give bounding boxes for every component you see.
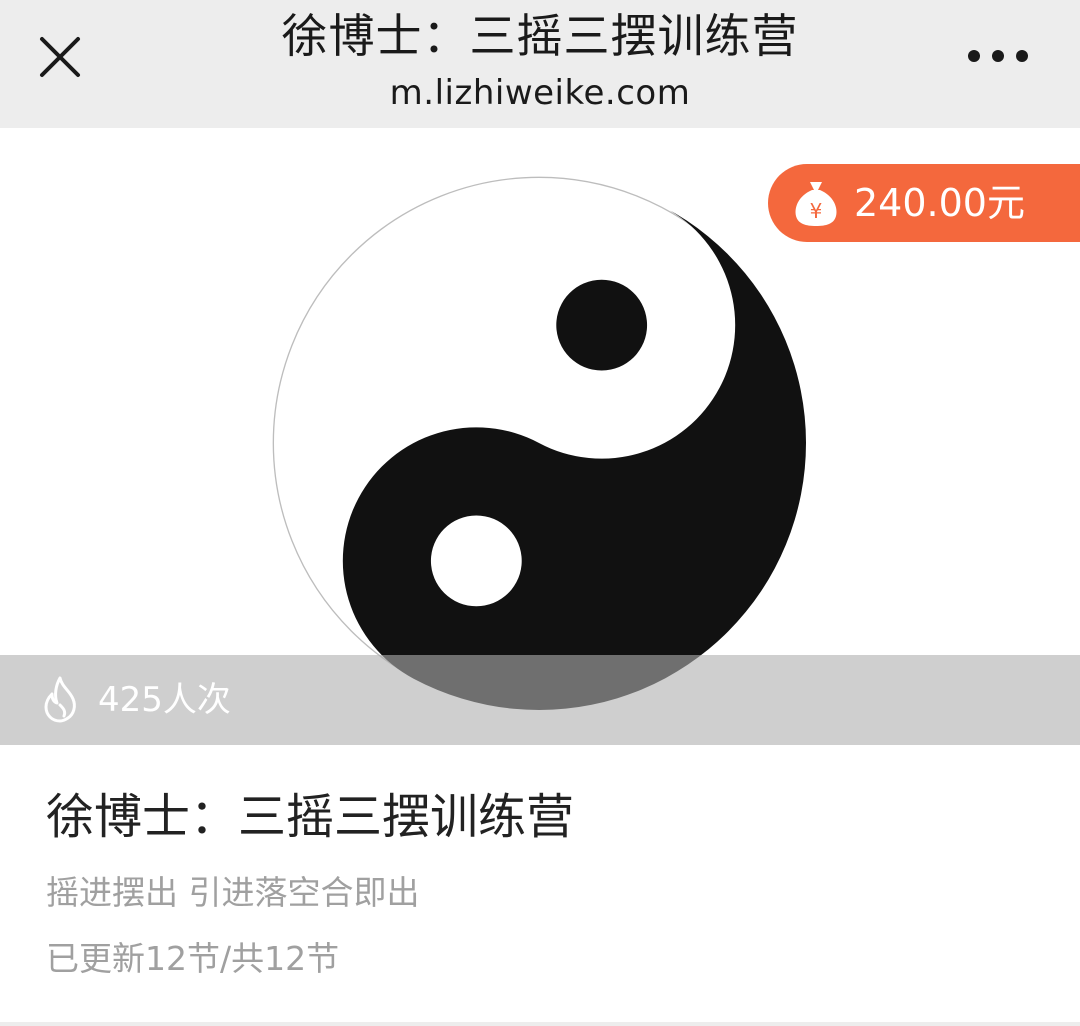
page-domain: m.lizhiweike.com — [389, 73, 691, 113]
divider — [0, 1022, 1080, 1026]
page-title: 徐博士：三摇三摆训练营 — [281, 9, 799, 63]
more-horizontal-icon[interactable] — [960, 36, 1036, 76]
course-progress: 已更新12节/共12节 — [46, 939, 340, 978]
course-title: 徐博士：三摇三摆训练营 — [46, 789, 575, 845]
more-options-button[interactable] — [960, 36, 1036, 76]
course-info[interactable]: 徐博士：三摇三摆训练营 摇进摆出 引进落空合即出 已更新12节/共12节 — [0, 746, 1080, 1022]
views-bar: 425人次 — [0, 655, 1080, 745]
price-badge[interactable]: ¥ 240.00元 — [768, 164, 1080, 242]
top-navigation-bar: 徐博士：三摇三摆训练营 m.lizhiweike.com — [0, 0, 1080, 128]
svg-text:¥: ¥ — [810, 199, 823, 223]
money-bag-icon: ¥ — [795, 182, 837, 226]
yin-yang-image — [272, 176, 806, 710]
course-subtitle: 摇进摆出 引进落空合即出 — [46, 873, 420, 912]
price-text: 240.00元 — [854, 181, 1025, 225]
flame-icon — [44, 676, 76, 723]
course-cover[interactable]: ¥ 240.00元 425人次 — [0, 128, 1080, 746]
views-count: 425人次 — [98, 680, 231, 720]
